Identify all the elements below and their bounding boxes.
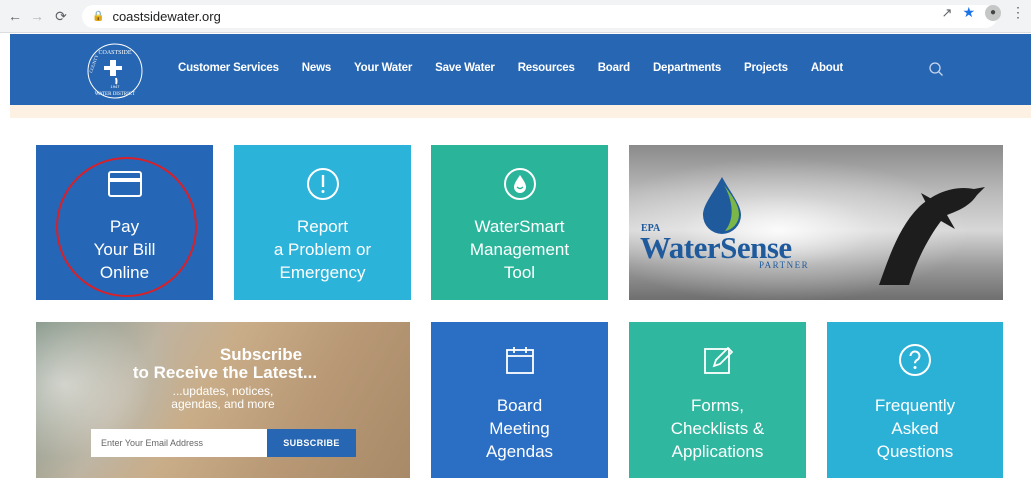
forms-label: Forms, Checklists & Applications [670,396,765,461]
forms-tile[interactable]: Forms, Checklists & Applications [629,322,806,478]
watersense-partner: PARTNER [759,260,810,270]
district-logo[interactable]: COASTSIDE WATER DISTRICT COUNTY 1947 [86,42,144,100]
nav-departments[interactable]: Departments [653,62,721,74]
nav-news[interactable]: News [302,62,331,74]
calendar-icon [505,342,535,378]
report-problem-tile[interactable]: Report a Problem or Emergency [234,145,411,300]
reload-icon[interactable]: ⟳ [50,5,72,27]
logo-year: 1947 [111,84,121,89]
faq-tile[interactable]: Frequently Asked Questions [827,322,1003,478]
logo-text-left: COUNTY [88,53,99,73]
logo-text-top: COASTSIDE [98,50,131,56]
url-text[interactable]: coastsidewater.org [112,9,220,24]
nav-customer-services[interactable]: Customer Services [178,62,279,74]
water-drop-icon [503,166,537,202]
nav-save-water[interactable]: Save Water [435,62,495,74]
bookmark-star-icon[interactable]: ★ [962,4,975,21]
lock-icon: 🔒 [92,11,105,22]
highlight-circle [56,157,197,297]
main-navigation: Customer Services News Your Water Save W… [178,62,866,74]
nav-projects[interactable]: Projects [744,62,788,74]
dolphin-image [879,187,985,285]
subscribe-description: ...updates, notices, agendas, and more [171,384,275,411]
board-agendas-label: Board Meeting Agendas [485,396,554,461]
forward-arrow-icon[interactable]: → [26,5,48,27]
subscribe-tile: Subscribe to Receive the Latest... ...up… [36,322,410,478]
profile-avatar-icon[interactable]: ● [985,4,1001,21]
browser-toolbar: ← → ⟳ 🔒 coastsidewater.org ↗ ★ ● ⋮ [0,0,1031,33]
subscribe-title: Subscribe [219,345,303,364]
nav-resources[interactable]: Resources [518,62,575,74]
nav-about[interactable]: About [811,62,843,74]
share-icon[interactable]: ↗ [942,5,953,21]
back-arrow-icon[interactable]: ← [4,5,26,27]
report-problem-label: Report a Problem or Emergency [273,217,372,282]
menu-kebab-icon[interactable]: ⋮ [1011,4,1025,21]
browser-actions: ↗ ★ ● ⋮ [942,4,1025,21]
site-header: COASTSIDE WATER DISTRICT COUNTY 1947 Cus… [10,34,1031,105]
watersmart-tile[interactable]: WaterSmart Management Tool [431,145,608,300]
nav-board[interactable]: Board [598,62,630,74]
header-accent-strip [10,105,1031,118]
exclamation-circle-icon [306,166,340,202]
watersense-partner-banner[interactable]: EPA WaterSense PARTNER [629,145,1003,300]
faq-label: Frequently Asked Questions [874,396,956,461]
watersmart-label: WaterSmart Management Tool [469,217,570,282]
board-agendas-tile[interactable]: Board Meeting Agendas [431,322,608,478]
address-bar[interactable]: 🔒 coastsidewater.org [82,5,997,28]
subscribe-subtitle: to Receive the Latest... [132,363,318,382]
edit-icon [703,342,733,378]
logo-text-bottom: WATER DISTRICT [95,92,135,97]
email-field[interactable] [91,429,267,457]
nav-your-water[interactable]: Your Water [354,62,412,74]
question-circle-icon [898,342,932,378]
subscribe-button[interactable]: SUBSCRIBE [267,429,356,457]
watersense-drop-logo [703,177,741,234]
search-icon[interactable] [928,61,944,77]
